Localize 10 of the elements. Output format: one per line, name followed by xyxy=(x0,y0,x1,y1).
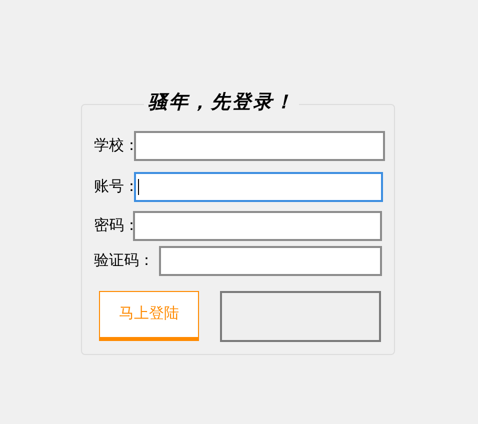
field-label: 学校： xyxy=(93,136,134,156)
field-label: 验证码： xyxy=(93,250,155,271)
text-cursor xyxy=(138,179,139,195)
input-field[interactable] xyxy=(134,131,385,161)
field-label: 密码： xyxy=(93,216,133,236)
input-field[interactable] xyxy=(134,172,383,202)
field-label: 账号： xyxy=(93,176,134,197)
login-button[interactable]: 马上登陆 xyxy=(99,291,199,341)
input-field[interactable] xyxy=(159,246,382,276)
input-field[interactable] xyxy=(133,211,382,241)
